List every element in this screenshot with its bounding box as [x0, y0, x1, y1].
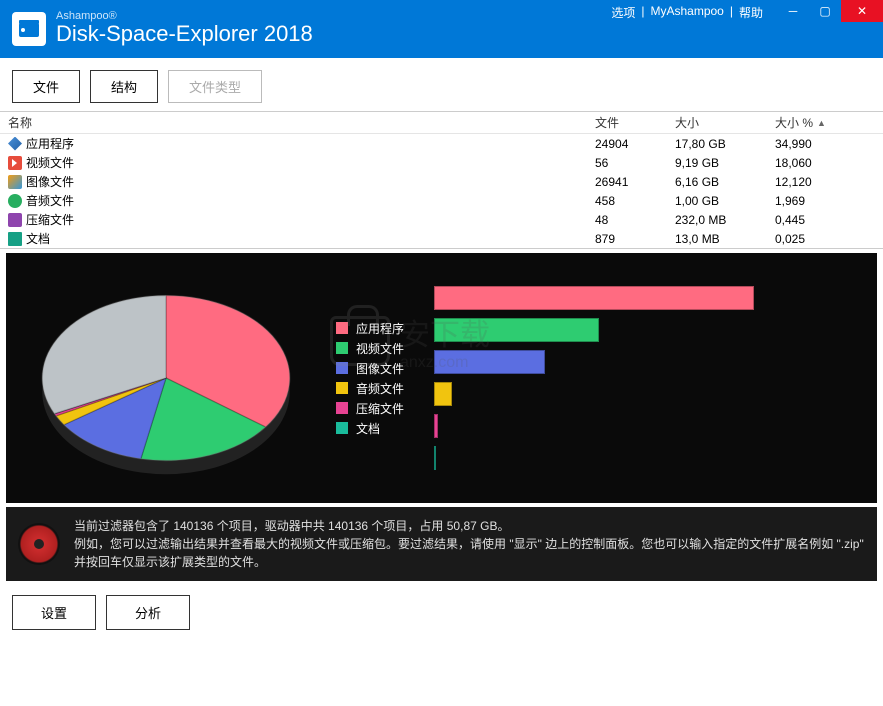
titlebar: Ashampoo® Disk-Space-Explorer 2018 选项 | … — [0, 0, 883, 58]
link-options[interactable]: 选项 — [611, 4, 635, 21]
table-row[interactable]: 图像文件 26941 6,16 GB 12,120 — [0, 172, 883, 191]
doc-icon — [8, 232, 22, 246]
table-row[interactable]: 文档 879 13,0 MB 0,025 — [0, 229, 883, 248]
legend-item: 应用程序 — [336, 320, 404, 337]
header-pct[interactable]: 大小 % ▲ — [775, 114, 875, 131]
audio-icon — [8, 194, 22, 208]
tab-files[interactable]: 文件 — [12, 70, 80, 103]
legend-swatch — [336, 382, 348, 394]
tab-filetypes[interactable]: 文件类型 — [168, 70, 262, 103]
chart-area: 应用程序视频文件图像文件音频文件压缩文件文档 — [6, 253, 877, 503]
hdd-icon — [18, 523, 60, 565]
bottom-buttons: 设置 分析 — [0, 585, 883, 640]
info-line2: 例如，您可以过滤输出结果并查看最大的视频文件或压缩包。要过滤结果，请使用 "显示… — [74, 535, 865, 571]
table-row[interactable]: 压缩文件 48 232,0 MB 0,445 — [0, 210, 883, 229]
image-icon — [8, 175, 22, 189]
info-panel: 当前过滤器包含了 140136 个项目，驱动器中共 140136 个项目，占用 … — [6, 507, 877, 581]
minimize-button[interactable]: ─ — [777, 0, 809, 22]
sort-arrow-icon: ▲ — [817, 118, 826, 128]
table-row[interactable]: 视频文件 56 9,19 GB 18,060 — [0, 153, 883, 172]
header-size[interactable]: 大小 — [675, 114, 775, 131]
table-row[interactable]: 应用程序 24904 17,80 GB 34,990 — [0, 134, 883, 153]
legend-swatch — [336, 342, 348, 354]
info-line1: 当前过滤器包含了 140136 个项目，驱动器中共 140136 个项目，占用 … — [74, 517, 865, 535]
chart-legend: 应用程序视频文件图像文件音频文件压缩文件文档 — [336, 317, 404, 440]
title-links: 选项 | MyAshampoo | 帮助 — [611, 4, 763, 21]
bar — [434, 318, 599, 342]
bar — [434, 286, 754, 310]
legend-item: 图像文件 — [336, 360, 404, 377]
legend-item: 压缩文件 — [336, 400, 404, 417]
legend-swatch — [336, 362, 348, 374]
app-logo-icon — [12, 12, 46, 46]
pie-chart — [26, 268, 306, 488]
table-row[interactable]: 音频文件 458 1,00 GB 1,969 — [0, 191, 883, 210]
legend-swatch — [336, 322, 348, 334]
link-myashampoo[interactable]: MyAshampoo — [650, 4, 723, 21]
tab-structure[interactable]: 结构 — [90, 70, 158, 103]
header-name[interactable]: 名称 — [8, 114, 595, 131]
maximize-button[interactable]: ▢ — [809, 0, 841, 22]
close-button[interactable]: ✕ — [841, 0, 883, 22]
bar — [434, 446, 436, 470]
video-icon — [8, 156, 22, 170]
analyze-button[interactable]: 分析 — [106, 595, 190, 630]
app-icon — [8, 137, 22, 151]
archive-icon — [8, 213, 22, 227]
link-help[interactable]: 帮助 — [739, 4, 763, 21]
tab-row: 文件 结构 文件类型 — [0, 58, 883, 111]
header-files[interactable]: 文件 — [595, 114, 675, 131]
bar — [434, 414, 438, 438]
legend-item: 文档 — [336, 420, 404, 437]
legend-swatch — [336, 422, 348, 434]
bar — [434, 382, 452, 406]
bar-chart — [434, 286, 754, 470]
legend-item: 音频文件 — [336, 380, 404, 397]
bar — [434, 350, 545, 374]
settings-button[interactable]: 设置 — [12, 595, 96, 630]
file-table: 名称 文件 大小 大小 % ▲ 应用程序 24904 17,80 GB 34,9… — [0, 111, 883, 249]
window-controls: ─ ▢ ✕ — [777, 0, 883, 22]
legend-item: 视频文件 — [336, 340, 404, 357]
app-title: Disk-Space-Explorer 2018 — [56, 22, 313, 46]
legend-swatch — [336, 402, 348, 414]
table-header: 名称 文件 大小 大小 % ▲ — [0, 112, 883, 134]
